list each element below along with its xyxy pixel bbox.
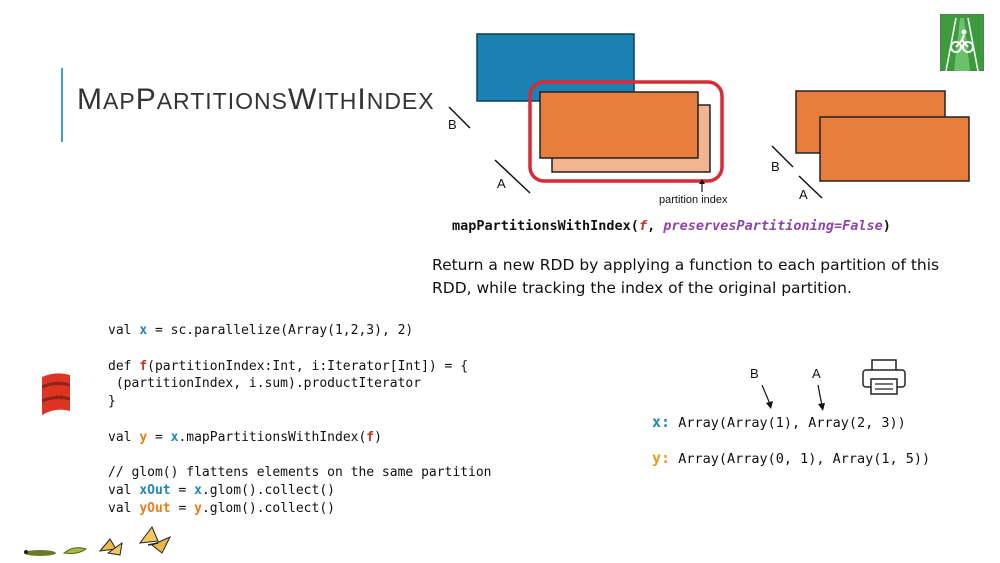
code-token: = — [170, 500, 195, 516]
signature-param-preserve: preservesPartitioning=False — [663, 218, 883, 234]
code-token: (partitionIndex:Int, i:Iterator[Int]) = … — [147, 358, 469, 374]
signature-param-f: f — [638, 218, 648, 234]
code-var-x: x — [194, 483, 202, 499]
function-description: Return a new RDD by applying a function … — [432, 256, 940, 297]
caterpillar-butterfly-icon — [12, 523, 172, 559]
code-var-xout: xOut — [139, 483, 171, 499]
code-block: val x = sc.parallelize(Array(1,2,3), 2) … — [108, 322, 492, 518]
output-y-value: Array(Array(0, 1), Array(1, 5)) — [678, 451, 931, 467]
code-token: .glom().collect() — [201, 500, 335, 516]
arrowhead-b — [766, 401, 773, 409]
output-label-b: B — [750, 366, 759, 381]
output-partition-front — [819, 116, 970, 182]
label-a-right: A — [799, 187, 808, 202]
signature-name: mapPartitionsWithIndex( — [452, 218, 639, 234]
output-x-label: x: — [652, 413, 671, 431]
code-token: = sc.parallelize(Array(1,2,3), 2) — [147, 323, 414, 338]
code-token: .glom().collect() — [201, 483, 335, 499]
arrow-b — [761, 384, 771, 405]
output-y-row: y: Array(Array(0, 1), Array(1, 5)) — [652, 449, 930, 467]
code-var-y: y — [139, 429, 148, 445]
code-line: } — [108, 394, 116, 410]
code-func-f: f — [366, 429, 375, 445]
output-x-value: Array(Array(1), Array(2, 3)) — [678, 415, 906, 431]
label-b-right: B — [771, 159, 780, 174]
bike-lane-icon — [939, 13, 985, 72]
code-var-x: x — [139, 323, 148, 338]
code-token: def — [108, 358, 140, 374]
output-y-label: y: — [652, 449, 671, 467]
output-label-a: A — [812, 366, 821, 381]
arrow-a — [817, 384, 823, 407]
code-token: val — [108, 323, 140, 338]
code-token: val — [108, 500, 140, 516]
code-var-yout: yOut — [139, 500, 171, 516]
output-x-row: x: Array(Array(1), Array(2, 3)) — [652, 413, 906, 431]
partition-front-block — [539, 91, 699, 159]
function-signature: mapPartitionsWithIndex(f, preservesParti… — [452, 218, 891, 234]
signature-comma: , — [647, 218, 664, 234]
code-func-f: f — [139, 358, 148, 374]
code-token: = — [170, 483, 195, 499]
code-token: = — [147, 429, 171, 445]
code-token: val — [108, 429, 140, 445]
code-comment: // glom() flattens elements on the same … — [108, 465, 492, 481]
arrowhead-a — [818, 403, 825, 411]
code-var-y: y — [194, 500, 202, 516]
code-token: ) — [374, 429, 382, 445]
input-rdd-block — [476, 33, 635, 102]
printer-icon — [861, 358, 907, 396]
label-a-left: A — [497, 176, 506, 191]
label-b-left: B — [448, 117, 457, 132]
code-token: val — [108, 483, 140, 499]
code-token: .mapPartitionsWithIndex( — [178, 429, 367, 445]
code-line: (partitionIndex, i.sum).productIterator — [108, 376, 422, 392]
signature-close: ) — [882, 218, 891, 234]
partition-index-label: partition index — [659, 194, 728, 206]
scala-logo-icon — [40, 371, 72, 417]
